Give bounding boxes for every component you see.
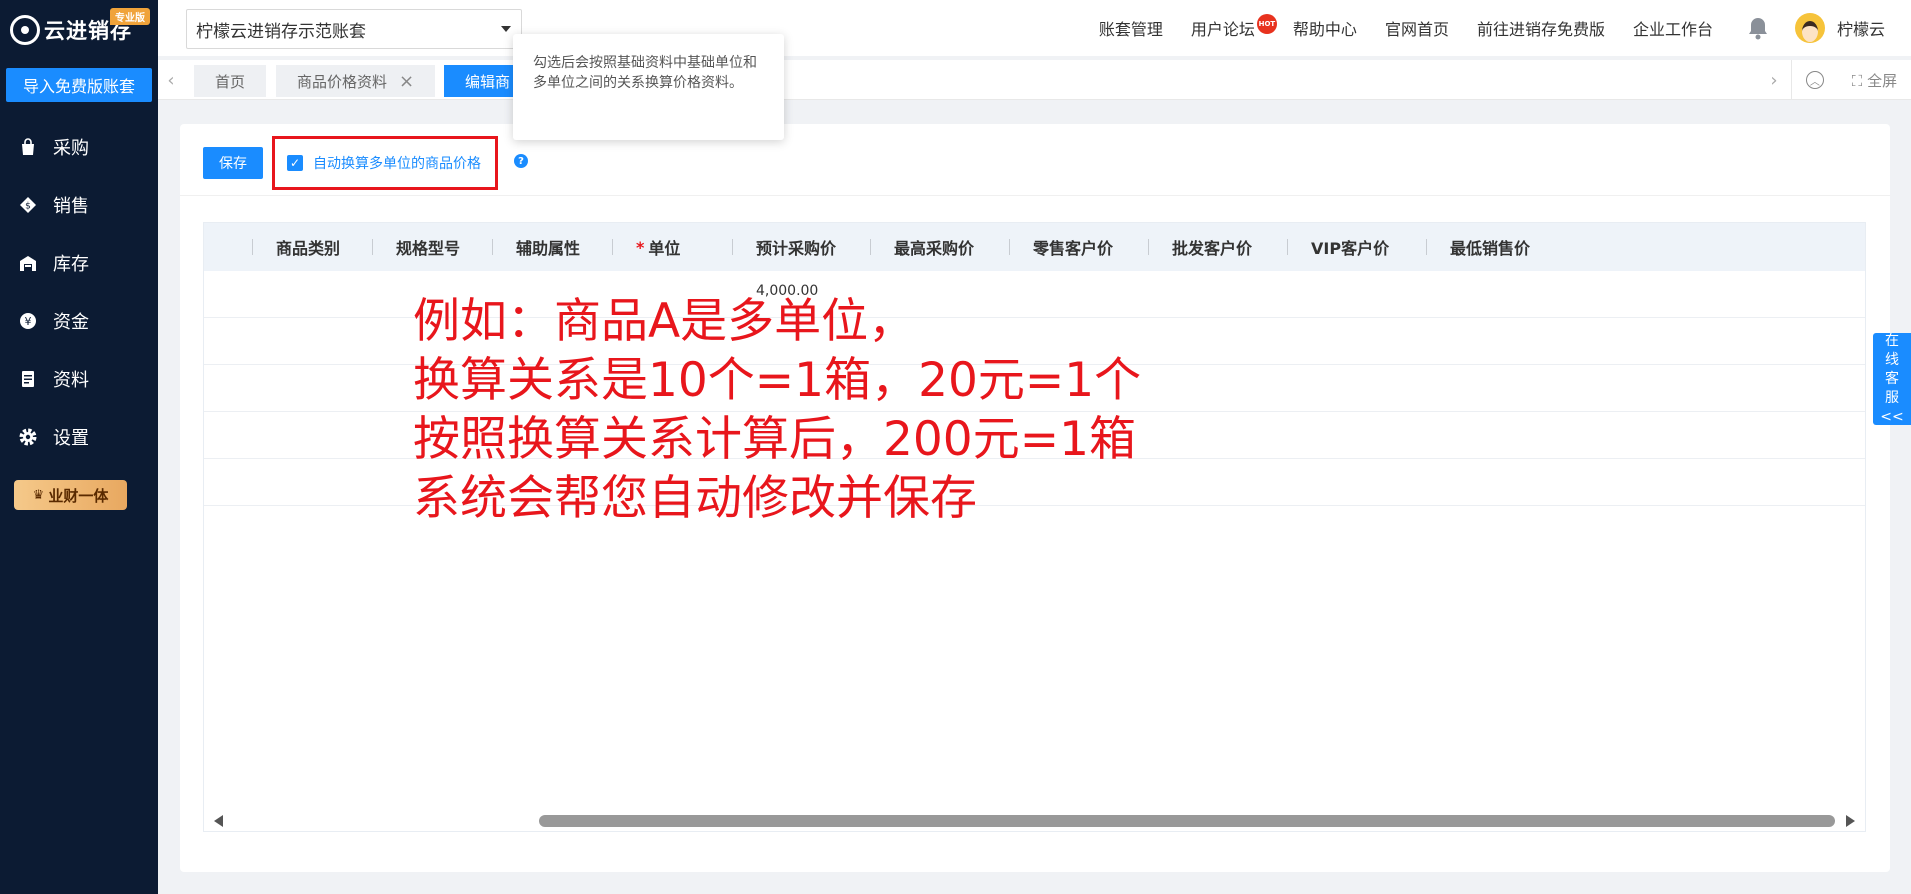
app-logo[interactable]: 云进销存 专业版 xyxy=(0,0,158,60)
required-mark: * xyxy=(636,237,645,257)
tab-home[interactable]: 首页 xyxy=(194,65,267,97)
sidebar-item-purchase[interactable]: 采购 xyxy=(0,118,158,176)
tab-label: 商品价格资料 xyxy=(297,72,388,91)
link-user-forum[interactable]: 用户论坛 HOT xyxy=(1190,14,1277,40)
tab-label: 编辑商 xyxy=(465,72,511,91)
fullscreen-button[interactable]: ⛶ 全屏 xyxy=(1852,70,1897,91)
toolbar: 保存 ✓ 自动换算多单位的商品价格 ? xyxy=(180,124,1890,196)
svg-text:$: $ xyxy=(25,202,31,212)
column-header: 辅助属性 xyxy=(491,223,580,271)
tab-product-price[interactable]: 商品价格资料 × xyxy=(276,65,436,97)
online-service-button[interactable]: 在 线 客 服 << xyxy=(1873,333,1911,425)
tab-label: 首页 xyxy=(215,72,246,91)
column-header: VIP客户价 xyxy=(1286,223,1389,271)
chevron-up-circle-icon[interactable]: ︿ xyxy=(1805,71,1824,89)
tabs-scroll-left-icon[interactable]: ‹ xyxy=(158,60,184,100)
link-official-home[interactable]: 官网首页 xyxy=(1385,16,1449,40)
column-header: 零售客户价 xyxy=(1008,223,1113,271)
sidebar-item-funds[interactable]: ¥ 资金 xyxy=(0,292,158,350)
dollar-tag-icon: $ xyxy=(18,195,38,215)
close-icon[interactable]: × xyxy=(399,71,414,92)
sidebar-item-label: 采购 xyxy=(53,138,89,159)
link-user-forum-label: 用户论坛 xyxy=(1190,20,1255,39)
scroll-right-arrow-icon[interactable] xyxy=(1846,815,1855,827)
tab-actions: ︿ ⛶ 全屏 xyxy=(1791,60,1911,100)
scrollbar-thumb[interactable] xyxy=(539,815,1835,827)
column-header-label: 单位 xyxy=(648,239,681,258)
hot-badge: HOT xyxy=(1256,14,1277,34)
sidebar-item-label: 设置 xyxy=(53,428,89,449)
bell-icon[interactable] xyxy=(1747,16,1769,40)
sidebar-item-settings[interactable]: 设置 xyxy=(0,408,158,466)
avatar[interactable] xyxy=(1794,13,1825,43)
column-header: 最高采购价 xyxy=(869,223,974,271)
column-header: 最低销售价 xyxy=(1425,223,1530,271)
table-header: 商品类别 规格型号 辅助属性 * 单位 预计采购价 最高采购价 零售客户价 批发… xyxy=(204,223,1865,271)
service-char: 服 xyxy=(1885,389,1899,406)
sidebar-item-label: 库存 xyxy=(53,254,89,275)
service-char: 线 xyxy=(1885,351,1899,368)
help-tooltip: 勾选后会按照基础资料中基础单位和多单位之间的关系换算价格资料。 xyxy=(513,34,784,140)
link-help-center[interactable]: 帮助中心 xyxy=(1293,16,1357,40)
service-char: 在 xyxy=(1885,332,1899,349)
service-char: 客 xyxy=(1885,370,1899,387)
auto-convert-checkbox[interactable]: ✓ xyxy=(287,155,303,171)
link-free-edition[interactable]: 前往进销存免费版 xyxy=(1477,16,1605,40)
annotation-line: 例如：商品A是多单位， xyxy=(413,294,916,349)
user-name[interactable]: 柠檬云 xyxy=(1837,16,1885,40)
shopping-bag-icon xyxy=(18,137,38,157)
sidebar: 云进销存 专业版 导入免费版账套 采购 $ 销售 库存 ¥ 资金 资料 设置 ♛… xyxy=(0,0,158,894)
annotation-line: 按照换算关系计算后，200元=1箱 xyxy=(413,412,1136,467)
scroll-left-arrow-icon[interactable] xyxy=(214,815,223,827)
column-header: 批发客户价 xyxy=(1147,223,1252,271)
column-header: 商品类别 xyxy=(251,223,340,271)
gear-icon xyxy=(18,427,38,447)
sidebar-nav: 采购 $ 销售 库存 ¥ 资金 资料 设置 xyxy=(0,118,158,466)
column-header: 预计采购价 xyxy=(731,223,836,271)
sidebar-item-sales[interactable]: $ 销售 xyxy=(0,176,158,234)
tabs-scroll-right-icon[interactable]: › xyxy=(1761,60,1787,100)
sidebar-item-inventory[interactable]: 库存 xyxy=(0,234,158,292)
sidebar-item-data[interactable]: 资料 xyxy=(0,350,158,408)
question-circle-icon[interactable]: ? xyxy=(514,154,528,168)
column-header: 规格型号 xyxy=(371,223,460,271)
import-free-account-button[interactable]: 导入免费版账套 xyxy=(6,68,152,102)
document-icon xyxy=(18,369,38,389)
fullscreen-label: 全屏 xyxy=(1867,71,1898,90)
sidebar-item-label: 销售 xyxy=(53,196,89,217)
auto-convert-checkbox-highlight: ✓ 自动换算多单位的商品价格 xyxy=(272,136,498,190)
annotation-text: 例如：商品A是多单位， 换算关系是10个=1箱，20元=1个 按照换算关系计算后… xyxy=(413,292,1141,528)
yecai-integration-button[interactable]: ♛ 业财一体 xyxy=(14,480,127,510)
auto-convert-label[interactable]: 自动换算多单位的商品价格 xyxy=(313,153,481,173)
tabs-bar: ‹ 首页 商品价格资料 × 编辑商 › ︿ ⛶ 全屏 xyxy=(158,60,1911,100)
save-button[interactable]: 保存 xyxy=(203,147,263,179)
sidebar-item-label: 资料 xyxy=(53,370,89,391)
warehouse-icon xyxy=(18,253,38,273)
horizontal-scrollbar[interactable] xyxy=(204,811,1865,831)
fullscreen-icon: ⛶ xyxy=(1851,71,1863,90)
top-header: 柠檬云进销存示范账套 账套管理 用户论坛 HOT 帮助中心 官网首页 前往进销存… xyxy=(158,0,1911,56)
account-set-value: 柠檬云进销存示范账套 xyxy=(196,21,366,42)
annotation-line: 换算关系是10个=1箱，20元=1个 xyxy=(413,353,1142,408)
service-collapse: << xyxy=(1880,408,1904,425)
crown-icon: ♛ xyxy=(32,487,45,503)
link-account-management[interactable]: 账套管理 xyxy=(1099,16,1163,40)
svg-text:¥: ¥ xyxy=(25,315,32,328)
pro-badge: 专业版 xyxy=(110,8,150,25)
column-header-unit: * 单位 xyxy=(611,223,681,271)
yecai-label: 业财一体 xyxy=(48,486,109,505)
yen-coin-icon: ¥ xyxy=(18,311,38,331)
logo-icon xyxy=(10,15,40,45)
sidebar-item-label: 资金 xyxy=(53,312,89,333)
header-links: 账套管理 用户论坛 HOT 帮助中心 官网首页 前往进销存免费版 企业工作台 柠… xyxy=(1099,0,1911,56)
link-enterprise-workbench[interactable]: 企业工作台 xyxy=(1633,16,1713,40)
annotation-line: 系统会帮您自动修改并保存 xyxy=(413,471,977,526)
chevron-down-icon xyxy=(501,26,511,32)
account-set-select[interactable]: 柠檬云进销存示范账套 xyxy=(186,9,522,49)
